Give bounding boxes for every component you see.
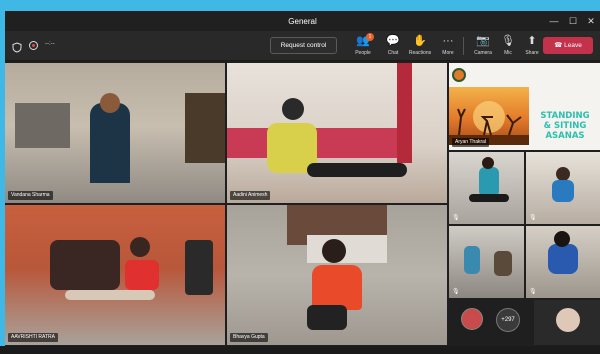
banner-title: STANDING & SITING ASANAS: [533, 111, 597, 141]
yoga-silhouette-image: [449, 87, 529, 145]
toolbar-divider: [463, 37, 464, 55]
request-control-button[interactable]: Request control: [270, 37, 337, 54]
mic-muted-icon: 🎙: [529, 215, 537, 221]
leave-label: Leave: [564, 42, 582, 49]
close-window-button[interactable]: ✕: [583, 14, 599, 28]
banner-line-1: STANDING: [540, 111, 590, 121]
mic-muted-icon: 🎙: [452, 289, 460, 295]
shared-banner-tile[interactable]: STANDING & SITING ASANAS Aryan Thakral: [449, 63, 600, 150]
minimize-button[interactable]: —: [546, 14, 562, 28]
participant-name: Bhavya Gupta: [230, 333, 268, 342]
people-button[interactable]: 👥 1 People: [348, 33, 378, 61]
more-label: More: [442, 50, 454, 56]
video-tile[interactable]: 🎙: [526, 152, 600, 224]
participant-overflow-row: +297: [449, 300, 600, 345]
more-button[interactable]: ··· More: [433, 33, 463, 61]
leave-button[interactable]: ☎ Leave: [543, 37, 593, 54]
video-tile[interactable]: Aadini Animesh: [227, 63, 447, 203]
more-participants-button[interactable]: +297: [496, 308, 520, 332]
mic-muted-icon: 🎙: [452, 215, 460, 221]
video-tile[interactable]: 🎙: [449, 152, 524, 224]
school-logo: [452, 68, 466, 82]
shield-icon: [12, 40, 22, 53]
hangup-icon: ☎: [554, 42, 565, 49]
people-count-badge: 1: [366, 33, 374, 41]
window-title: General: [288, 17, 317, 26]
avatar[interactable]: [461, 308, 483, 330]
video-tile[interactable]: [534, 300, 600, 345]
meeting-toolbar: --:-- Request control 👥 1 People 💬 Chat …: [5, 31, 600, 61]
banner-line-2: & SITING: [543, 121, 587, 131]
meeting-timer: --:--: [45, 41, 55, 47]
video-tile[interactable]: Bhavya Gupta: [227, 205, 447, 345]
more-icon: ···: [442, 35, 454, 47]
maximize-button[interactable]: ☐: [565, 14, 581, 28]
os-taskbar: [0, 346, 600, 354]
title-bar: General — ☐ ✕: [5, 11, 600, 31]
mic-muted-icon: 🎙: [529, 289, 537, 295]
video-tile[interactable]: Vandana Sharma: [5, 63, 225, 203]
teams-meeting-window: General — ☐ ✕ --:-- Request control 👥 1 …: [5, 11, 600, 351]
banner-line-3: ASANAS: [545, 131, 585, 141]
participant-name: Vandana Sharma: [8, 191, 53, 200]
participant-name: Aadini Animesh: [230, 191, 271, 200]
avatar: [556, 308, 580, 332]
participant-name: Aryan Thakral: [452, 138, 490, 147]
video-tile[interactable]: 🎙: [449, 226, 524, 298]
people-label: People: [355, 50, 371, 56]
video-tile[interactable]: AAVRISHTI RATRA: [5, 205, 225, 345]
recording-icon: [29, 41, 38, 50]
participant-name: AAVRISHTI RATRA: [8, 333, 58, 342]
video-tile[interactable]: 🎙: [526, 226, 600, 298]
